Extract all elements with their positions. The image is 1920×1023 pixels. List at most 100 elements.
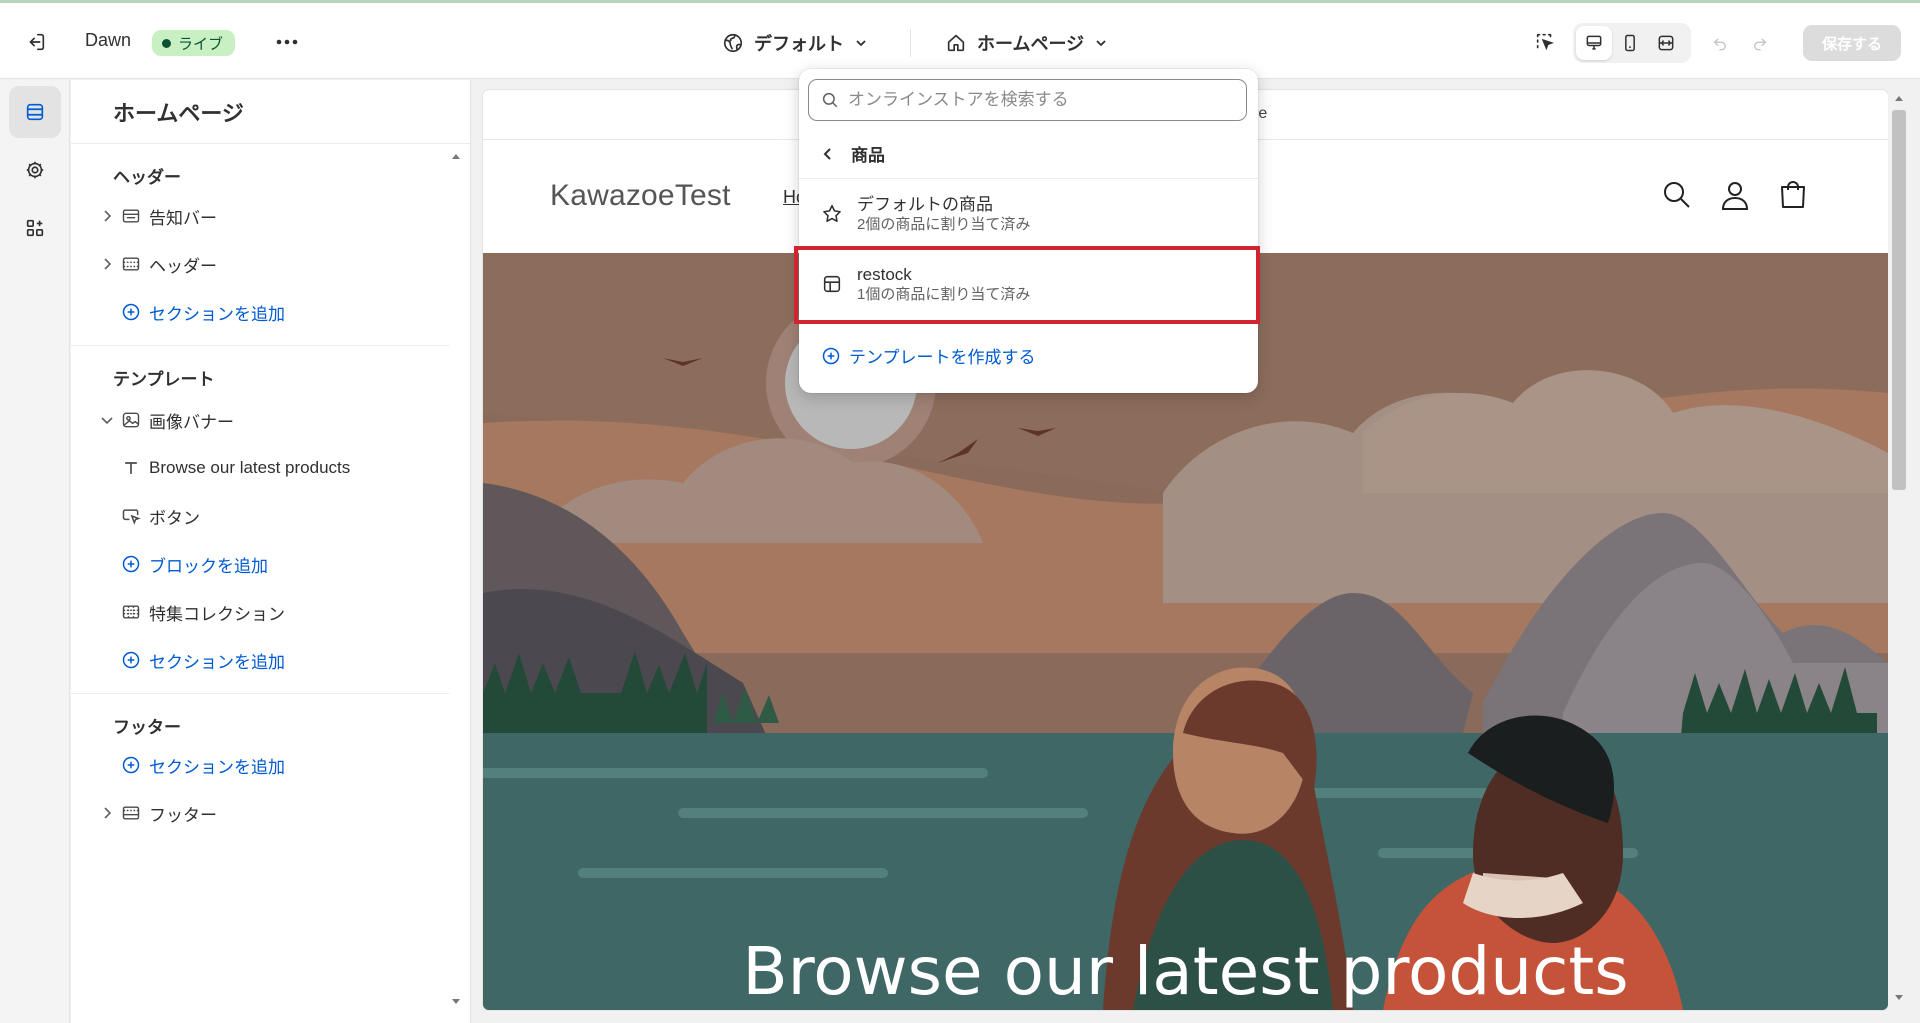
section-label: 特集コレクション — [149, 604, 285, 624]
section-label: フッター — [149, 805, 217, 825]
plus-circle-icon — [822, 347, 840, 364]
search-icon[interactable] — [1661, 179, 1693, 211]
chevron-down-icon — [1094, 36, 1108, 50]
back-to-products-button[interactable]: 商品 — [799, 129, 1258, 179]
create-template-label: テンプレートを作成する — [849, 348, 1036, 367]
section-featured-collection[interactable]: 特集コレクション — [99, 596, 285, 628]
template-option-default-product[interactable]: デフォルトの商品 2個の商品に割り当て済み — [799, 180, 1258, 248]
chevron-right-icon[interactable] — [99, 256, 115, 272]
scroll-up-arrow-icon[interactable] — [451, 152, 461, 160]
chevron-down-icon — [854, 36, 868, 50]
home-icon — [945, 32, 967, 54]
block-label: ボタン — [149, 508, 200, 528]
inspect-select-icon[interactable] — [1530, 27, 1560, 57]
store-logo[interactable]: KawazoeTest — [550, 179, 731, 213]
redo-icon[interactable] — [1746, 29, 1774, 57]
theme-settings-gear-icon[interactable] — [9, 144, 61, 196]
text-icon — [125, 462, 137, 474]
announcement-bar-icon — [122, 209, 140, 223]
add-section-label: セクションを追加 — [149, 304, 285, 324]
cart-icon[interactable] — [1777, 179, 1809, 211]
mobile-view-icon[interactable] — [1612, 26, 1648, 60]
page-selector[interactable]: ホームページ — [945, 27, 1108, 59]
add-block-label: ブロックを追加 — [149, 556, 268, 576]
add-section-button[interactable]: セクションを追加 — [99, 644, 285, 676]
status-dot-icon — [162, 38, 171, 48]
chevron-left-icon — [823, 147, 831, 160]
section-footer[interactable]: フッター — [99, 797, 217, 829]
apps-icon[interactable] — [9, 202, 61, 254]
image-icon — [122, 412, 140, 428]
template-option-restock[interactable]: restock 1個の商品に割り当て済み — [794, 246, 1260, 324]
page-title: ホームページ — [113, 101, 244, 126]
template-search-box[interactable] — [808, 79, 1247, 121]
more-actions-icon[interactable] — [270, 27, 304, 57]
scroll-down-arrow-icon[interactable] — [451, 998, 461, 1006]
template-assigned-count: 1個の商品に割り当て済み — [857, 285, 1031, 303]
scroll-down-arrow-icon[interactable] — [1894, 994, 1904, 1002]
template-search-input[interactable] — [848, 90, 1208, 110]
save-button[interactable]: 保存する — [1803, 25, 1901, 61]
undo-icon[interactable] — [1706, 29, 1734, 57]
account-icon[interactable] — [1719, 179, 1751, 211]
market-selector[interactable]: デフォルト — [722, 27, 868, 59]
chevron-down-icon[interactable] — [99, 412, 115, 428]
block-heading[interactable]: Browse our latest products — [121, 452, 350, 484]
footer-group-label: フッター — [113, 718, 181, 737]
full-width-view-icon[interactable] — [1648, 26, 1684, 60]
plus-circle-icon — [122, 756, 140, 774]
left-rail — [0, 80, 70, 1023]
template-group-label: テンプレート — [113, 370, 215, 389]
plus-circle-icon — [122, 303, 140, 321]
exit-icon[interactable] — [18, 25, 54, 59]
search-icon — [822, 92, 838, 108]
section-label: ヘッダー — [149, 256, 217, 276]
template-name: restock — [857, 264, 912, 284]
hero-heading[interactable]: Browse our latest products — [483, 933, 1888, 1010]
desktop-view-icon[interactable] — [1576, 26, 1612, 60]
scroll-up-arrow-icon[interactable] — [1894, 94, 1904, 102]
template-assigned-count: 2個の商品に割り当て済み — [857, 215, 1031, 233]
button-cursor-icon — [122, 509, 141, 525]
header-group-label: ヘッダー — [113, 168, 181, 187]
sections-icon[interactable] — [9, 86, 61, 138]
header-section-icon — [122, 257, 140, 271]
sections-sidebar: ホームページ ヘッダー 告知バー ヘッダー セクションを追加 テンプレート 画像… — [71, 80, 471, 1023]
template-name: デフォルトの商品 — [857, 194, 993, 214]
featured-collection-icon — [122, 605, 140, 619]
live-status-badge: ライブ — [152, 30, 236, 56]
preview-scrollbar[interactable] — [1888, 90, 1910, 1010]
add-section-label: セクションを追加 — [149, 757, 285, 777]
theme-name: Dawn — [85, 30, 132, 50]
section-label: 画像バナー — [149, 412, 234, 432]
section-announcement-bar[interactable]: 告知バー — [99, 200, 217, 232]
footer-section-icon — [122, 806, 140, 820]
page-selector-label: ホームページ — [977, 34, 1085, 54]
globe-icon — [722, 32, 744, 54]
toolbar-divider — [910, 29, 911, 57]
section-label: 告知バー — [149, 208, 217, 228]
section-header[interactable]: ヘッダー — [99, 248, 217, 280]
device-preview-group — [1573, 23, 1691, 63]
template-picker-popover: 商品 デフォルトの商品 2個の商品に割り当て済み restock 1個の商品に割… — [794, 69, 1260, 393]
top-bar: Dawn ライブ デフォルト ホームページ 保存する — [0, 0, 1920, 79]
live-badge-label: ライブ — [178, 35, 224, 53]
section-image-banner[interactable]: 画像バナー — [99, 404, 234, 436]
add-section-button[interactable]: セクションを追加 — [99, 749, 285, 781]
create-template-button[interactable]: テンプレートを作成する — [821, 343, 1036, 368]
chevron-right-icon[interactable] — [99, 805, 115, 821]
scrollbar-thumb[interactable] — [1892, 110, 1906, 490]
block-button[interactable]: ボタン — [121, 500, 200, 532]
add-section-label: セクションを追加 — [149, 652, 285, 672]
divider — [71, 345, 449, 346]
category-label: 商品 — [851, 146, 885, 165]
divider — [71, 693, 449, 694]
add-section-button[interactable]: セクションを追加 — [99, 296, 285, 328]
add-block-button[interactable]: ブロックを追加 — [121, 548, 268, 580]
block-label: Browse our latest products — [149, 458, 351, 477]
divider — [71, 143, 470, 144]
plus-circle-icon — [122, 651, 140, 669]
chevron-right-icon[interactable] — [99, 208, 115, 224]
layout-icon — [823, 275, 841, 293]
market-selector-label: デフォルト — [754, 34, 844, 54]
